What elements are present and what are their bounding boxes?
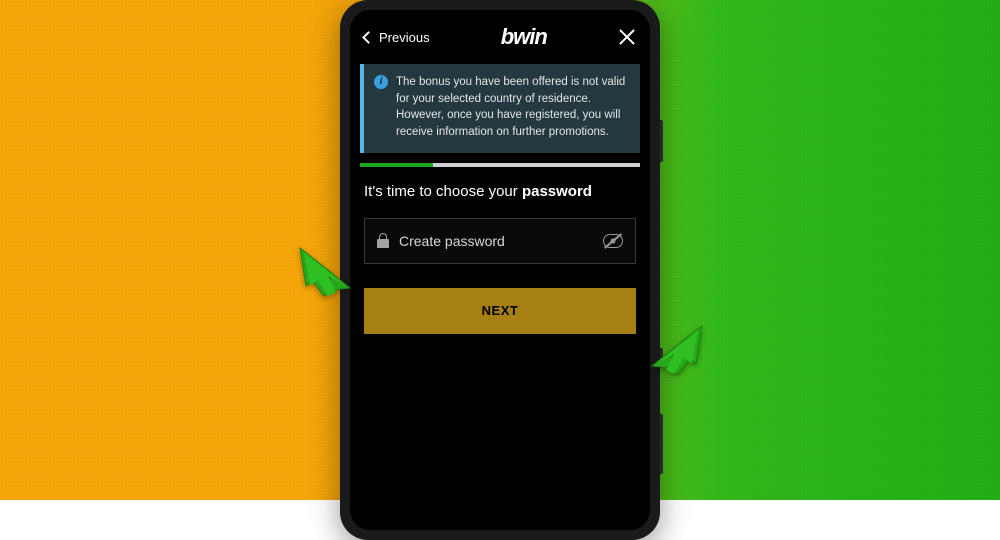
back-button[interactable]: Previous xyxy=(364,30,430,45)
phone-side-button xyxy=(660,120,663,162)
next-button[interactable]: NEXT xyxy=(364,288,636,334)
progress-bar xyxy=(360,163,640,167)
phone-side-button xyxy=(660,414,663,474)
brand-logo: bwin xyxy=(501,24,547,50)
password-input[interactable] xyxy=(399,233,593,249)
annotation-arrow-icon xyxy=(298,246,354,298)
screen: Previous bwin i The bonus you have been … xyxy=(350,10,650,530)
info-banner: i The bonus you have been offered is not… xyxy=(360,64,640,153)
form-content: It's time to choose your password NEXT xyxy=(350,183,650,334)
annotation-arrow-icon xyxy=(648,324,704,376)
page-heading: It's time to choose your password xyxy=(364,183,636,200)
top-nav: Previous bwin xyxy=(350,10,650,60)
lock-icon xyxy=(377,234,389,248)
password-field-container[interactable] xyxy=(364,218,636,264)
back-label: Previous xyxy=(379,30,430,45)
eye-off-icon[interactable] xyxy=(603,234,623,248)
info-icon: i xyxy=(374,75,388,89)
close-button[interactable] xyxy=(618,28,636,46)
phone-frame: Previous bwin i The bonus you have been … xyxy=(340,0,660,540)
heading-prefix: It's time to choose your xyxy=(364,183,522,200)
progress-fill xyxy=(360,163,433,167)
info-message: The bonus you have been offered is not v… xyxy=(396,74,628,141)
heading-bold: password xyxy=(522,183,592,200)
chevron-left-icon xyxy=(362,31,375,44)
